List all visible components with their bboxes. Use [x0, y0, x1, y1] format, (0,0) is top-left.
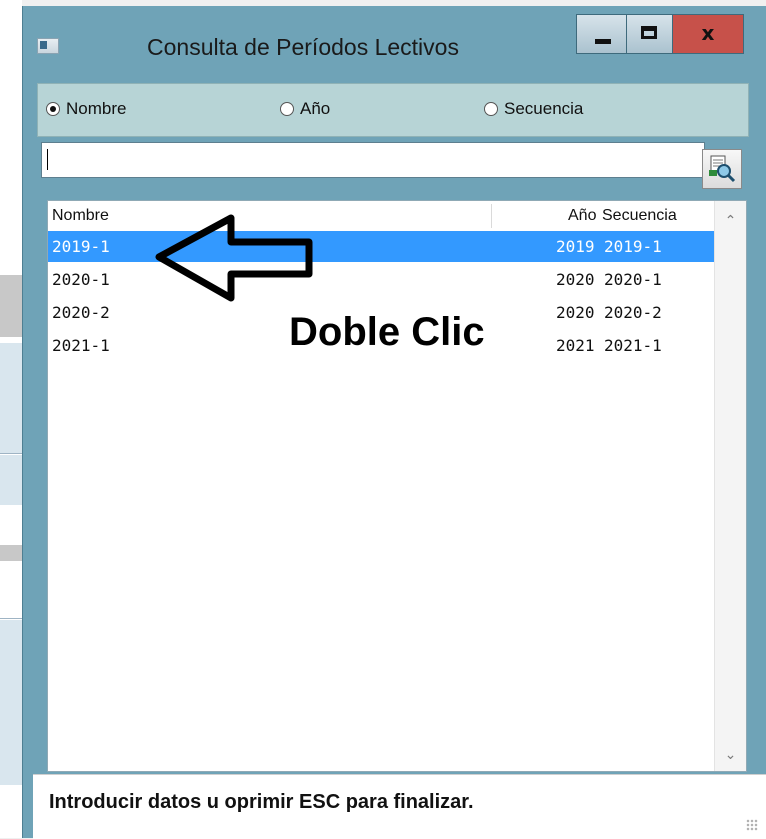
- radio-label: Año: [300, 99, 331, 118]
- cell-anio: 2020: [556, 270, 595, 289]
- cell-secuencia: 2021-1: [604, 336, 662, 355]
- radio-anio[interactable]: Año: [280, 99, 330, 119]
- scroll-down-icon[interactable]: ⌄: [715, 743, 746, 767]
- maximize-icon: [641, 26, 657, 39]
- cell-anio: 2020: [556, 303, 595, 322]
- table-row[interactable]: 2019-1 2019 2019-1: [48, 231, 716, 262]
- close-icon: x: [701, 21, 715, 45]
- vertical-scrollbar[interactable]: ⌃ ⌄: [714, 201, 746, 771]
- cell-nombre: 2019-1: [52, 237, 110, 256]
- scroll-up-icon[interactable]: ⌃: [715, 209, 746, 233]
- title-bar[interactable]: Consulta de Períodos Lectivos x: [23, 6, 766, 78]
- close-button[interactable]: x: [673, 14, 744, 54]
- search-button[interactable]: [702, 149, 742, 189]
- annotation-arrow-icon: [155, 214, 313, 302]
- cell-secuencia: 2020-2: [604, 303, 662, 322]
- search-mode-group: Nombre Año Secuencia: [37, 83, 749, 137]
- status-bar: Introducir datos u oprimir ESC para fina…: [33, 774, 766, 839]
- cell-secuencia: 2019-1: [604, 237, 662, 256]
- background-panel: [0, 620, 22, 785]
- cell-nombre: 2020-1: [52, 270, 110, 289]
- consulta-dialog: Consulta de Períodos Lectivos x Nombre A…: [22, 6, 766, 838]
- window-title: Consulta de Períodos Lectivos: [147, 34, 459, 60]
- app-window-icon[interactable]: [37, 38, 59, 54]
- column-divider[interactable]: [491, 204, 492, 228]
- search-input[interactable]: [41, 142, 705, 178]
- text-caret: [47, 149, 48, 170]
- background-panel: [0, 455, 22, 505]
- radio-button[interactable]: [46, 102, 60, 116]
- column-header-nombre[interactable]: Nombre: [52, 207, 109, 225]
- minimize-button[interactable]: [576, 14, 627, 54]
- radio-label: Nombre: [66, 99, 127, 118]
- radio-secuencia[interactable]: Secuencia: [484, 99, 583, 119]
- list-header: Nombre Año Secuencia: [48, 201, 716, 232]
- cell-anio: 2021: [556, 336, 595, 355]
- background-divider: [0, 453, 22, 454]
- minimize-icon: [595, 39, 611, 44]
- search-records-icon: [709, 155, 736, 183]
- periods-list[interactable]: Nombre Año Secuencia 2019-1 2019 2019-1 …: [47, 200, 747, 772]
- table-row[interactable]: 2020-1 2020 2020-1: [48, 264, 716, 295]
- annotation-text: Doble Clic: [289, 310, 485, 354]
- resize-grip-icon[interactable]: [746, 819, 758, 831]
- radio-button[interactable]: [484, 102, 498, 116]
- radio-button[interactable]: [280, 102, 294, 116]
- radio-label: Secuencia: [504, 99, 584, 118]
- radio-nombre[interactable]: Nombre: [46, 99, 126, 119]
- cell-nombre: 2020-2: [52, 303, 110, 322]
- cell-nombre: 2021-1: [52, 336, 110, 355]
- background-panel: [0, 275, 22, 337]
- background-panel: [0, 343, 22, 453]
- cell-secuencia: 2020-1: [604, 270, 662, 289]
- maximize-button[interactable]: [627, 14, 673, 54]
- background-divider: [0, 618, 22, 619]
- status-message: Introducir datos u oprimir ESC para fina…: [49, 791, 474, 813]
- background-panel: [0, 545, 22, 561]
- column-header-anio[interactable]: Año: [568, 207, 596, 225]
- cell-anio: 2019: [556, 237, 595, 256]
- column-header-secuencia[interactable]: Secuencia: [602, 207, 677, 225]
